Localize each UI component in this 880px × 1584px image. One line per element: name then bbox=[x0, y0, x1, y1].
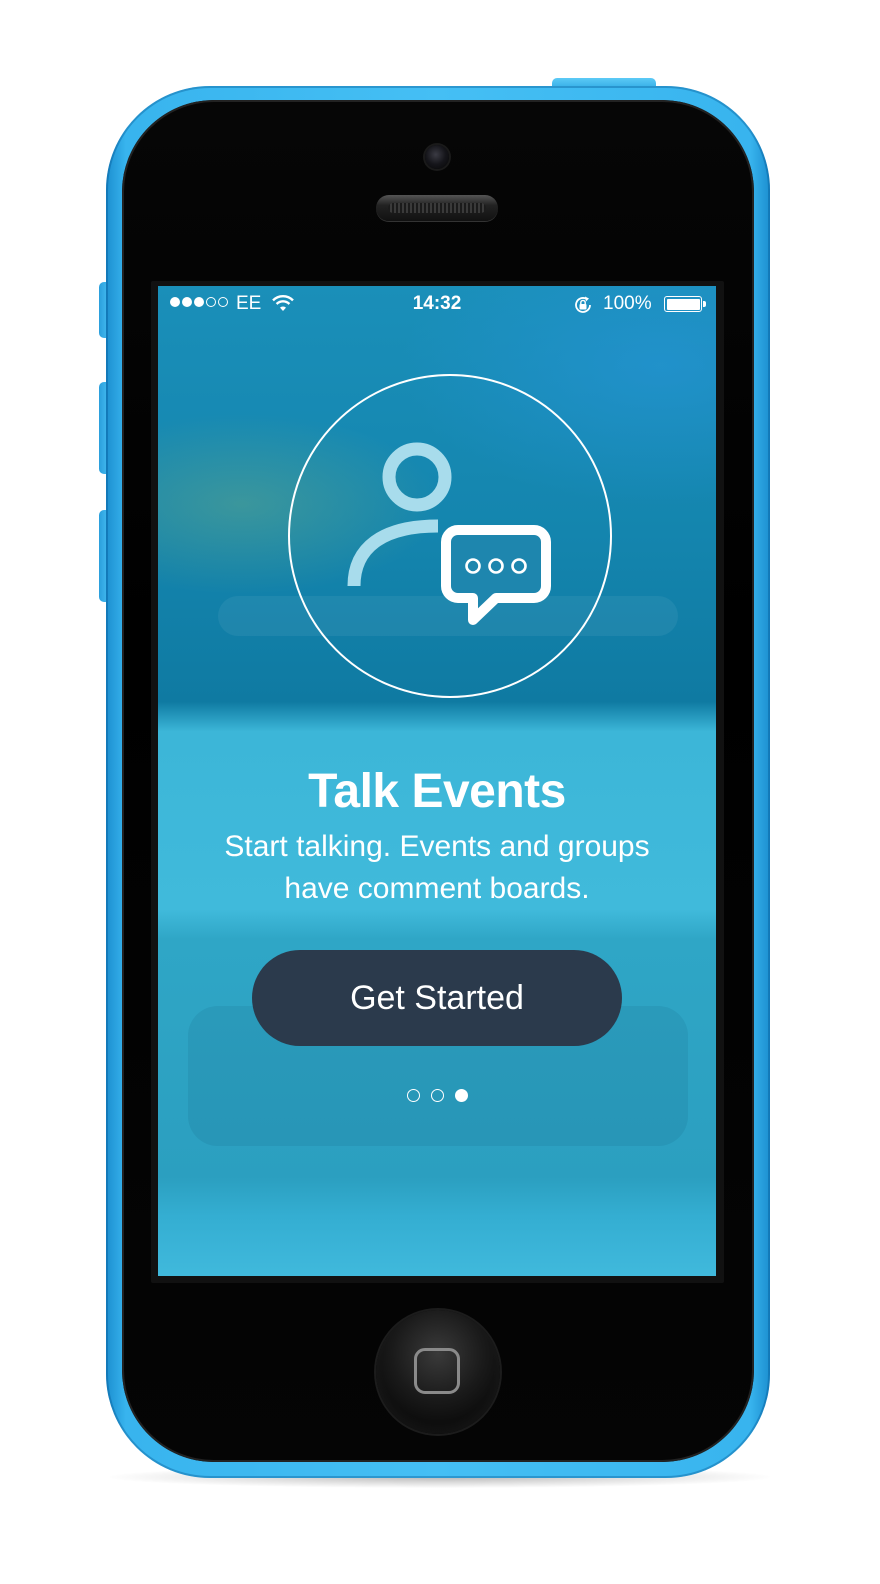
rotation-lock-icon bbox=[572, 294, 594, 322]
onboarding-title: Talk Events bbox=[308, 765, 566, 818]
earpiece-speaker bbox=[376, 195, 498, 221]
get-started-button[interactable]: Get Started bbox=[252, 950, 622, 1046]
home-button[interactable] bbox=[376, 1310, 500, 1434]
page-dot-3[interactable] bbox=[454, 1089, 468, 1102]
onboarding-subtitle: Start talking. Events and groups have co… bbox=[224, 830, 650, 905]
battery-percentage: 100% bbox=[603, 293, 652, 314]
battery-icon bbox=[664, 296, 706, 312]
page-indicator[interactable] bbox=[158, 1089, 716, 1102]
page-dot-1[interactable] bbox=[406, 1089, 420, 1102]
person-chat-icon bbox=[346, 436, 556, 641]
device-mockup: EE 14:32 100% Talk Events Start talking.… bbox=[0, 0, 880, 1584]
home-square-icon bbox=[414, 1348, 460, 1394]
front-camera bbox=[425, 145, 449, 169]
page-dot-2[interactable] bbox=[430, 1089, 444, 1102]
screen: EE 14:32 100% Talk Events Start talking.… bbox=[158, 286, 716, 1276]
status-bar: EE 14:32 100% bbox=[158, 286, 716, 322]
